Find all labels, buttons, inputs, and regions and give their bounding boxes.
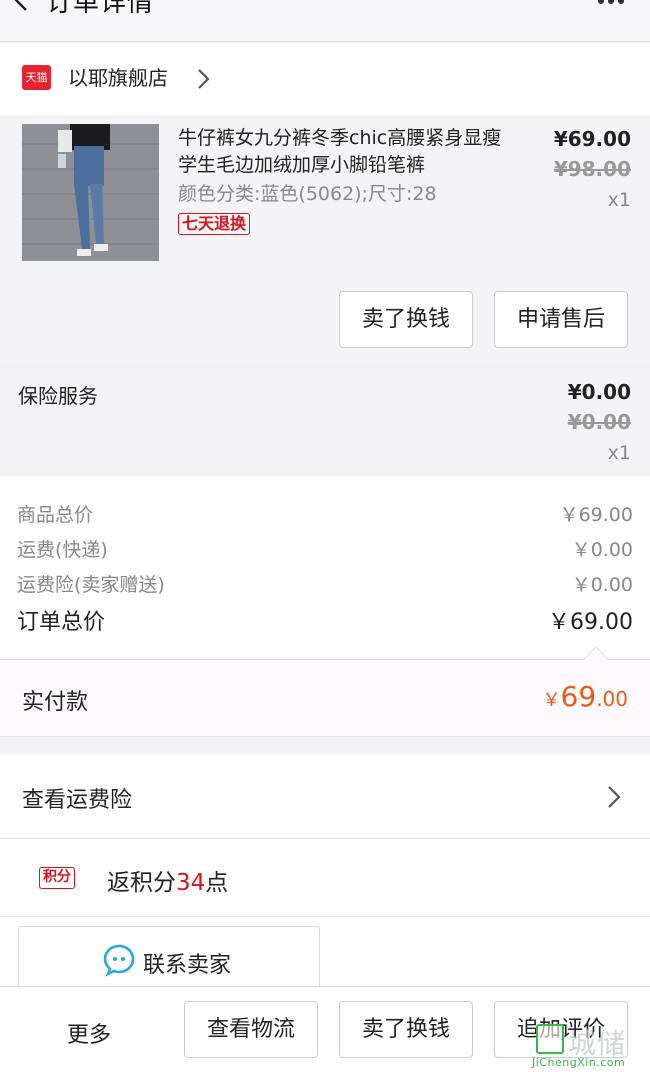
contact-seller-button[interactable]: 联系卖家 xyxy=(18,926,320,990)
points-badge: 积分 xyxy=(39,867,75,889)
watermark-logo-icon xyxy=(536,1024,564,1054)
product-title[interactable]: 牛仔裤女九分裤冬季chic高腰紧身显瘦学生毛边加绒加厚小脚铅笔裤 xyxy=(178,125,518,179)
summary-row: 商品总价 ￥69.00 xyxy=(0,500,650,534)
product-thumbnail[interactable] xyxy=(22,124,159,261)
back-arrow-icon[interactable] xyxy=(10,0,34,12)
more-options-icon[interactable] xyxy=(596,0,626,6)
watermark-en: JiChengXin.com xyxy=(532,1056,626,1069)
sell-button-bottom[interactable]: 卖了换钱 xyxy=(339,1001,473,1058)
summary-value: ￥0.00 xyxy=(571,574,633,596)
contact-area: 联系卖家 xyxy=(0,917,650,990)
shop-row[interactable]: 天猫 以耶旗舰店 xyxy=(0,43,650,115)
chevron-right-icon xyxy=(198,69,210,89)
item-quantity: x1 xyxy=(607,189,631,211)
summary-row: 运费险(卖家赠送) ￥0.00 xyxy=(0,570,650,604)
top-nav-bar: 订单详情 xyxy=(0,0,650,42)
product-sku: 颜色分类:蓝色(5062);尺寸:28 xyxy=(178,183,437,205)
chat-bubble-icon xyxy=(103,944,135,977)
insurance-label: 保险服务 xyxy=(18,384,98,408)
insurance-service: 保险服务 ¥0.00 ¥0.00 x1 xyxy=(0,368,650,475)
summary-value: ￥0.00 xyxy=(571,539,633,561)
chevron-right-icon xyxy=(608,786,621,808)
insurance-price: ¥0.00 xyxy=(567,380,631,404)
points-text: 返积分34点 xyxy=(107,870,229,896)
insurance-quantity: x1 xyxy=(607,442,631,464)
points-reward: 积分 返积分34点 xyxy=(0,839,650,917)
summary-label: 商品总价 xyxy=(17,504,94,526)
order-total-value: ￥69.00 xyxy=(548,610,633,635)
tmall-logo-icon: 天猫 xyxy=(22,65,51,90)
insurance-original-price: ¥0.00 xyxy=(567,410,631,434)
summary-label: 运费险(卖家赠送) xyxy=(17,574,165,596)
actual-payment-label: 实付款 xyxy=(22,690,89,715)
page-title: 订单详情 xyxy=(46,0,155,18)
view-shipping-insurance[interactable]: 查看运费险 xyxy=(0,754,650,839)
order-total-label: 订单总价 xyxy=(17,610,106,635)
more-button[interactable]: 更多 xyxy=(67,1017,111,1049)
item-original-price: ¥98.00 xyxy=(553,157,631,181)
actual-payment: 实付款 ￥69.00 xyxy=(0,646,650,737)
order-total-row: 订单总价 ￥69.00 xyxy=(0,604,650,638)
item-price: ¥69.00 xyxy=(553,127,631,151)
after-sale-button[interactable]: 申请售后 xyxy=(494,291,628,348)
shipping-insurance-label: 查看运费险 xyxy=(22,788,133,813)
summary-value: ￥69.00 xyxy=(559,504,633,526)
order-item: 牛仔裤女九分裤冬季chic高腰紧身显瘦学生毛边加绒加厚小脚铅笔裤 颜色分类:蓝色… xyxy=(0,115,650,363)
seven-day-return-tag: 七天退换 xyxy=(178,213,251,235)
summary-label: 运费(快递) xyxy=(17,539,108,561)
shop-name[interactable]: 以耶旗舰店 xyxy=(68,65,168,91)
sell-button[interactable]: 卖了换钱 xyxy=(339,291,473,348)
price-summary: 商品总价 ￥69.00 运费(快递) ￥0.00 运费险(卖家赠送) ￥0.00… xyxy=(0,475,650,659)
contact-seller-label: 联系卖家 xyxy=(143,953,232,978)
view-logistics-button[interactable]: 查看物流 xyxy=(184,1001,318,1058)
summary-row: 运费(快递) ￥0.00 xyxy=(0,535,650,569)
site-watermark: 城储 JiChengXin.com xyxy=(532,1022,650,1072)
actual-payment-amount: ￥69.00 xyxy=(542,680,628,713)
